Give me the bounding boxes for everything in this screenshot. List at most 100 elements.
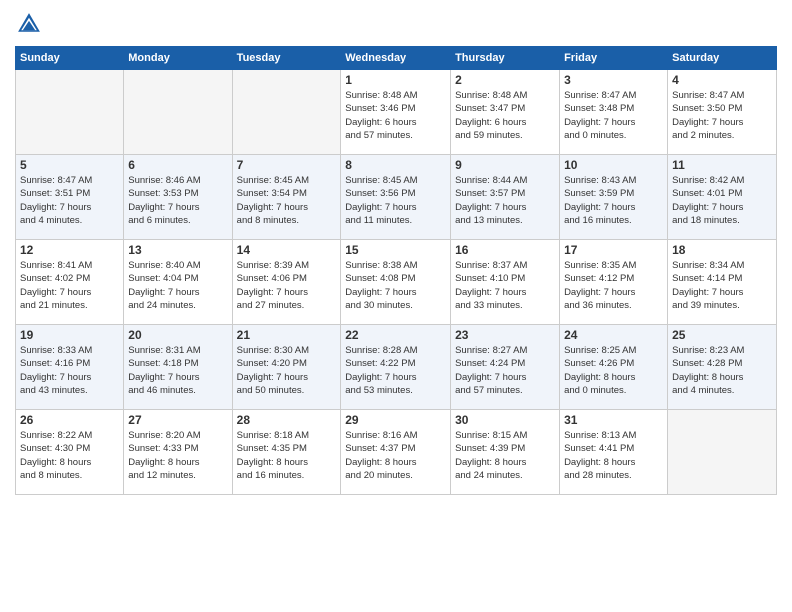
day-info: Sunrise: 8:22 AM Sunset: 4:30 PM Dayligh… xyxy=(20,429,119,482)
day-info: Sunrise: 8:18 AM Sunset: 4:35 PM Dayligh… xyxy=(237,429,337,482)
calendar-cell: 14 Sunrise: 8:39 AM Sunset: 4:06 PM Dayli… xyxy=(232,240,341,325)
day-info: Sunrise: 8:48 AM Sunset: 3:46 PM Dayligh… xyxy=(345,89,446,142)
day-number: 17 xyxy=(564,243,663,257)
day-info: Sunrise: 8:16 AM Sunset: 4:37 PM Dayligh… xyxy=(345,429,446,482)
day-number: 31 xyxy=(564,413,663,427)
day-number: 20 xyxy=(128,328,227,342)
calendar-cell: 20 Sunrise: 8:31 AM Sunset: 4:18 PM Dayli… xyxy=(124,325,232,410)
day-number: 13 xyxy=(128,243,227,257)
day-number: 18 xyxy=(672,243,772,257)
calendar-week-row: 12 Sunrise: 8:41 AM Sunset: 4:02 PM Dayli… xyxy=(16,240,777,325)
weekday-header-saturday: Saturday xyxy=(668,47,777,70)
day-info: Sunrise: 8:44 AM Sunset: 3:57 PM Dayligh… xyxy=(455,174,555,227)
day-number: 12 xyxy=(20,243,119,257)
calendar-table: SundayMondayTuesdayWednesdayThursdayFrid… xyxy=(15,46,777,495)
day-info: Sunrise: 8:45 AM Sunset: 3:56 PM Dayligh… xyxy=(345,174,446,227)
calendar-cell xyxy=(16,70,124,155)
logo xyxy=(15,10,47,38)
day-info: Sunrise: 8:37 AM Sunset: 4:10 PM Dayligh… xyxy=(455,259,555,312)
calendar-cell: 16Sunrise: 8:37 AM Sunset: 4:10 PM Dayli… xyxy=(451,240,560,325)
day-info: Sunrise: 8:41 AM Sunset: 4:02 PM Dayligh… xyxy=(20,259,119,312)
day-info: Sunrise: 8:43 AM Sunset: 3:59 PM Dayligh… xyxy=(564,174,663,227)
day-info: Sunrise: 8:42 AM Sunset: 4:01 PM Dayligh… xyxy=(672,174,772,227)
day-number: 8 xyxy=(345,158,446,172)
calendar-cell: 18 Sunrise: 8:34 AM Sunset: 4:14 PM Dayli… xyxy=(668,240,777,325)
calendar-cell: 10 Sunrise: 8:43 AM Sunset: 3:59 PM Dayli… xyxy=(560,155,668,240)
day-info: Sunrise: 8:27 AM Sunset: 4:24 PM Dayligh… xyxy=(455,344,555,397)
calendar-cell: 7Sunrise: 8:45 AM Sunset: 3:54 PM Daylig… xyxy=(232,155,341,240)
day-info: Sunrise: 8:34 AM Sunset: 4:14 PM Dayligh… xyxy=(672,259,772,312)
day-number: 9 xyxy=(455,158,555,172)
calendar-cell: 29Sunrise: 8:16 AM Sunset: 4:37 PM Dayli… xyxy=(341,410,451,495)
day-number: 19 xyxy=(20,328,119,342)
calendar-cell xyxy=(124,70,232,155)
day-number: 15 xyxy=(345,243,446,257)
calendar-cell: 1Sunrise: 8:48 AM Sunset: 3:46 PM Daylig… xyxy=(341,70,451,155)
page: SundayMondayTuesdayWednesdayThursdayFrid… xyxy=(0,0,792,612)
day-info: Sunrise: 8:23 AM Sunset: 4:28 PM Dayligh… xyxy=(672,344,772,397)
day-number: 5 xyxy=(20,158,119,172)
calendar-cell: 4Sunrise: 8:47 AM Sunset: 3:50 PM Daylig… xyxy=(668,70,777,155)
calendar-cell: 25 Sunrise: 8:23 AM Sunset: 4:28 PM Dayli… xyxy=(668,325,777,410)
day-number: 11 xyxy=(672,158,772,172)
day-number: 4 xyxy=(672,73,772,87)
calendar-cell: 17 Sunrise: 8:35 AM Sunset: 4:12 PM Dayli… xyxy=(560,240,668,325)
day-info: Sunrise: 8:47 AM Sunset: 3:48 PM Dayligh… xyxy=(564,89,663,142)
calendar-week-row: 5 Sunrise: 8:47 AM Sunset: 3:51 PM Daylig… xyxy=(16,155,777,240)
day-number: 7 xyxy=(237,158,337,172)
weekday-header-friday: Friday xyxy=(560,47,668,70)
day-number: 14 xyxy=(237,243,337,257)
day-number: 10 xyxy=(564,158,663,172)
calendar-cell: 28 Sunrise: 8:18 AM Sunset: 4:35 PM Dayli… xyxy=(232,410,341,495)
day-number: 26 xyxy=(20,413,119,427)
day-number: 25 xyxy=(672,328,772,342)
calendar-cell: 19 Sunrise: 8:33 AM Sunset: 4:16 PM Dayli… xyxy=(16,325,124,410)
day-number: 23 xyxy=(455,328,555,342)
day-info: Sunrise: 8:20 AM Sunset: 4:33 PM Dayligh… xyxy=(128,429,227,482)
calendar-cell: 12 Sunrise: 8:41 AM Sunset: 4:02 PM Dayli… xyxy=(16,240,124,325)
day-number: 3 xyxy=(564,73,663,87)
day-info: Sunrise: 8:28 AM Sunset: 4:22 PM Dayligh… xyxy=(345,344,446,397)
calendar-week-row: 1Sunrise: 8:48 AM Sunset: 3:46 PM Daylig… xyxy=(16,70,777,155)
calendar-cell: 13 Sunrise: 8:40 AM Sunset: 4:04 PM Dayli… xyxy=(124,240,232,325)
calendar-cell: 31 Sunrise: 8:13 AM Sunset: 4:41 PM Dayli… xyxy=(560,410,668,495)
calendar-cell: 27 Sunrise: 8:20 AM Sunset: 4:33 PM Dayli… xyxy=(124,410,232,495)
day-info: Sunrise: 8:47 AM Sunset: 3:51 PM Dayligh… xyxy=(20,174,119,227)
weekday-header-sunday: Sunday xyxy=(16,47,124,70)
calendar-cell: 5 Sunrise: 8:47 AM Sunset: 3:51 PM Daylig… xyxy=(16,155,124,240)
day-number: 28 xyxy=(237,413,337,427)
weekday-header-tuesday: Tuesday xyxy=(232,47,341,70)
day-info: Sunrise: 8:35 AM Sunset: 4:12 PM Dayligh… xyxy=(564,259,663,312)
day-info: Sunrise: 8:13 AM Sunset: 4:41 PM Dayligh… xyxy=(564,429,663,482)
calendar-cell xyxy=(668,410,777,495)
day-number: 27 xyxy=(128,413,227,427)
weekday-header-row: SundayMondayTuesdayWednesdayThursdayFrid… xyxy=(16,47,777,70)
day-number: 24 xyxy=(564,328,663,342)
calendar-cell: 22Sunrise: 8:28 AM Sunset: 4:22 PM Dayli… xyxy=(341,325,451,410)
weekday-header-monday: Monday xyxy=(124,47,232,70)
day-info: Sunrise: 8:31 AM Sunset: 4:18 PM Dayligh… xyxy=(128,344,227,397)
calendar-cell: 6Sunrise: 8:46 AM Sunset: 3:53 PM Daylig… xyxy=(124,155,232,240)
day-info: Sunrise: 8:33 AM Sunset: 4:16 PM Dayligh… xyxy=(20,344,119,397)
calendar-cell: 2 Sunrise: 8:48 AM Sunset: 3:47 PM Daylig… xyxy=(451,70,560,155)
day-number: 2 xyxy=(455,73,555,87)
day-number: 21 xyxy=(237,328,337,342)
day-info: Sunrise: 8:25 AM Sunset: 4:26 PM Dayligh… xyxy=(564,344,663,397)
day-info: Sunrise: 8:30 AM Sunset: 4:20 PM Dayligh… xyxy=(237,344,337,397)
weekday-header-wednesday: Wednesday xyxy=(341,47,451,70)
day-info: Sunrise: 8:40 AM Sunset: 4:04 PM Dayligh… xyxy=(128,259,227,312)
calendar-cell: 3 Sunrise: 8:47 AM Sunset: 3:48 PM Daylig… xyxy=(560,70,668,155)
logo-icon xyxy=(15,10,43,38)
day-info: Sunrise: 8:15 AM Sunset: 4:39 PM Dayligh… xyxy=(455,429,555,482)
calendar-cell: 9 Sunrise: 8:44 AM Sunset: 3:57 PM Daylig… xyxy=(451,155,560,240)
calendar-cell xyxy=(232,70,341,155)
day-number: 30 xyxy=(455,413,555,427)
calendar-cell: 26 Sunrise: 8:22 AM Sunset: 4:30 PM Dayli… xyxy=(16,410,124,495)
day-info: Sunrise: 8:39 AM Sunset: 4:06 PM Dayligh… xyxy=(237,259,337,312)
day-info: Sunrise: 8:38 AM Sunset: 4:08 PM Dayligh… xyxy=(345,259,446,312)
calendar-cell: 24 Sunrise: 8:25 AM Sunset: 4:26 PM Dayli… xyxy=(560,325,668,410)
calendar-cell: 23 Sunrise: 8:27 AM Sunset: 4:24 PM Dayli… xyxy=(451,325,560,410)
calendar-cell: 11 Sunrise: 8:42 AM Sunset: 4:01 PM Dayli… xyxy=(668,155,777,240)
day-info: Sunrise: 8:46 AM Sunset: 3:53 PM Dayligh… xyxy=(128,174,227,227)
day-info: Sunrise: 8:48 AM Sunset: 3:47 PM Dayligh… xyxy=(455,89,555,142)
